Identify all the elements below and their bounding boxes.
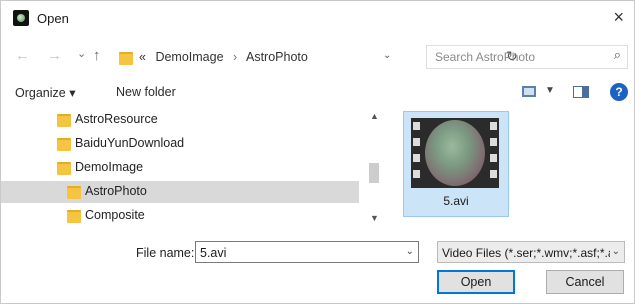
tree-item-demoimage[interactable]: DemoImage (1, 157, 359, 179)
file-item[interactable]: 5.avi (403, 111, 509, 217)
search-icon[interactable]: ⌕ (614, 47, 621, 63)
close-icon[interactable]: × (613, 7, 624, 28)
breadcrumb-item-demoimage[interactable]: DemoImage (155, 50, 223, 64)
folder-icon (67, 186, 81, 199)
search-placeholder: Search AstroPhoto (435, 50, 536, 64)
open-button[interactable]: Open (437, 270, 515, 294)
open-file-dialog: Open × ← → ⌄ ↑ « DemoImage › AstroPhoto … (0, 0, 635, 304)
breadcrumb-separator: › (233, 50, 238, 64)
view-dropdown-icon[interactable]: ▼ (545, 85, 555, 96)
tree-item-label: DemoImage (75, 160, 144, 174)
breadcrumb: « DemoImage › AstroPhoto (139, 50, 308, 64)
folder-icon (119, 52, 133, 65)
address-bar[interactable]: « DemoImage › AstroPhoto ⌄ ↻ (111, 45, 518, 69)
dialog-title: Open (37, 11, 69, 26)
video-thumbnail (411, 118, 499, 188)
film-sprocket (490, 154, 497, 162)
tree-scrollbar[interactable]: ▲ ▼ (366, 109, 382, 227)
tree-item-label: Composite (85, 208, 145, 222)
film-sprocket (413, 170, 420, 178)
file-name-label-text: File name: (136, 246, 195, 260)
chevron-down-icon[interactable]: ⌄ (612, 246, 620, 257)
folder-icon (57, 138, 71, 151)
scroll-down-icon[interactable]: ▼ (370, 213, 379, 223)
tree-item-label: BaiduYunDownload (75, 136, 185, 150)
tree-item-label: AstroResource (75, 112, 158, 126)
navigation-pane: AstroResource BaiduYunDownload DemoImage… (1, 109, 386, 229)
video-frame-image (425, 120, 485, 186)
folder-icon (57, 114, 71, 127)
title-bar: Open × (1, 1, 634, 37)
forward-arrow-icon[interactable]: → (47, 47, 62, 64)
scrollbar-thumb[interactable] (369, 163, 379, 183)
film-sprocket (490, 138, 497, 146)
organize-button[interactable]: Organize ▾ (15, 85, 75, 100)
folder-icon (67, 210, 81, 223)
toolbar: Organize ▾ New folder ▼ ? (1, 79, 634, 107)
up-arrow-icon[interactable]: ↑ (93, 47, 101, 64)
tree-item-astrophoto[interactable]: AstroPhoto (1, 181, 359, 203)
tree-item-baiduyundownload[interactable]: BaiduYunDownload (1, 133, 359, 155)
cancel-button[interactable]: Cancel (546, 270, 624, 294)
recent-locations-icon[interactable]: ⌄ (77, 47, 86, 60)
folder-icon (57, 162, 71, 175)
file-name-field[interactable]: 5.avi ⌄ (195, 241, 419, 263)
help-icon[interactable]: ? (610, 83, 628, 101)
film-sprocket (490, 170, 497, 178)
chevron-down-icon[interactable]: ⌄ (406, 246, 414, 257)
breadcrumb-item-astrophoto[interactable]: AstroPhoto (246, 50, 308, 64)
back-arrow-icon[interactable]: ← (15, 47, 30, 64)
app-icon (13, 10, 29, 26)
preview-pane-icon[interactable] (573, 86, 589, 98)
film-sprocket (490, 122, 497, 130)
breadcrumb-prefix[interactable]: « (139, 50, 146, 64)
search-input[interactable]: Search AstroPhoto ⌕ (426, 45, 628, 69)
view-icon[interactable] (522, 86, 536, 97)
tree-item-label: AstroPhoto (85, 184, 147, 198)
file-name-label: 5.avi (443, 194, 469, 208)
tree-item-astroresource[interactable]: AstroResource (1, 109, 359, 131)
scroll-up-icon[interactable]: ▲ (370, 111, 379, 121)
new-folder-button[interactable]: New folder (116, 85, 176, 99)
file-type-select[interactable]: Video Files (*.ser;*.wmv;*.asf;*.avi) ⌄ (437, 241, 625, 263)
chevron-down-icon[interactable]: ⌄ (383, 50, 391, 61)
film-sprocket (413, 122, 420, 130)
film-sprocket (413, 138, 420, 146)
file-type-value: Video Files (*.ser;*.wmv;*.asf;*.avi) (442, 246, 610, 260)
tree-item-composite[interactable]: Composite (1, 205, 359, 227)
file-name-value: 5.avi (200, 246, 227, 260)
film-sprocket (413, 154, 420, 162)
